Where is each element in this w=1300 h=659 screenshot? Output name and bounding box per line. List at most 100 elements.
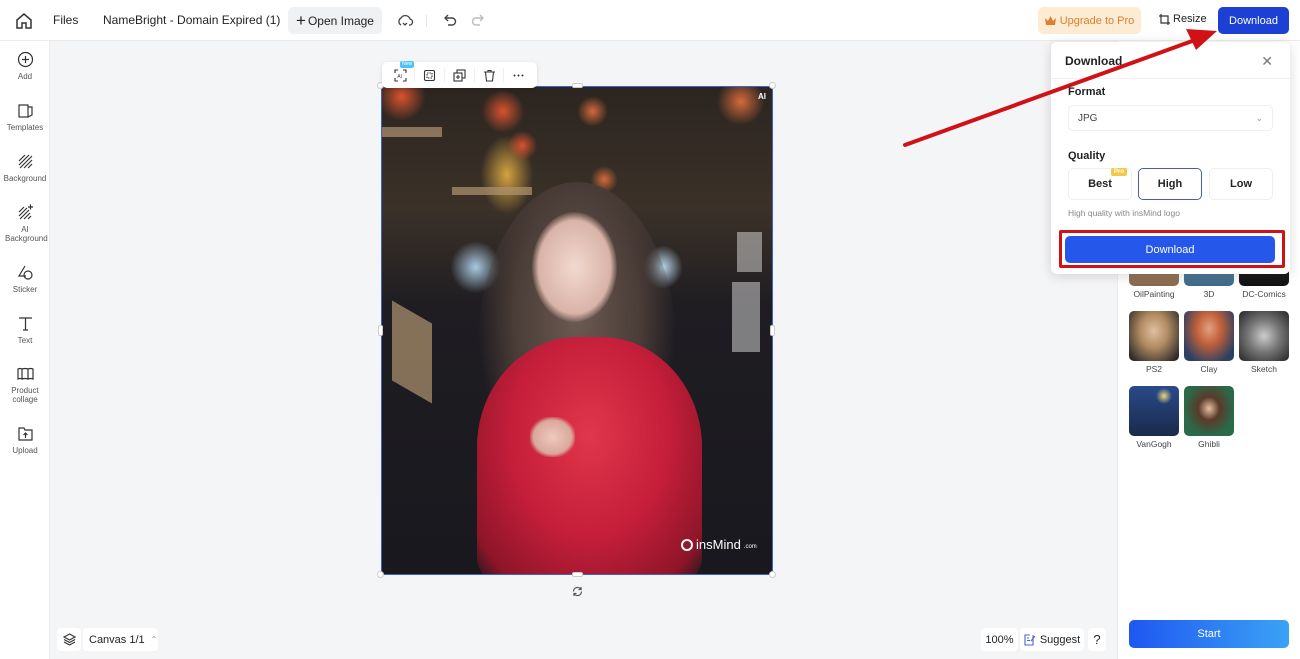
crown-icon (1044, 15, 1056, 25)
quality-hint: High quality with insMind logo (1068, 208, 1180, 218)
watermark: insMind .com (681, 537, 757, 552)
style-sketch[interactable]: Sketch (1239, 311, 1289, 374)
quality-high-option[interactable]: High (1138, 168, 1202, 200)
document-name-dropdown[interactable]: NameBright - Domain Expired (1) ⌄ (103, 13, 296, 27)
sidebar-item-label: Upload (12, 446, 38, 455)
sidebar-item-label: AI Background (5, 225, 48, 243)
sidebar-item-ai-background[interactable]: AI Background (0, 204, 50, 243)
chevron-up-icon: ⌃ (150, 635, 158, 644)
plus-circle-icon (17, 51, 33, 68)
style-label: Sketch (1251, 364, 1277, 374)
resize-handle-bottom-right[interactable] (769, 571, 776, 578)
canvas-image[interactable]: AI insMind .com (381, 86, 773, 575)
style-clay[interactable]: Clay (1184, 311, 1234, 374)
home-icon[interactable] (14, 11, 34, 31)
resize-handle-bottom-left[interactable] (377, 571, 384, 578)
resize-handle-top-right[interactable] (769, 82, 776, 89)
sidebar-item-upload[interactable]: Upload (0, 425, 50, 455)
upgrade-label: Upgrade to Pro (1059, 14, 1135, 27)
divider (473, 68, 475, 82)
new-badge: New (400, 61, 415, 68)
edit-note-icon (1024, 633, 1036, 646)
divider (503, 68, 505, 82)
style-vangogh[interactable]: VanGogh (1129, 386, 1179, 449)
quality-option-label: High (1157, 178, 1183, 190)
style-label: Clay (1200, 364, 1218, 374)
start-button[interactable]: Start (1129, 620, 1289, 648)
sidebar-item-product-collage[interactable]: Product collage (0, 365, 50, 404)
quality-option-label: Best (1088, 178, 1112, 190)
quality-best-option[interactable]: Best Pro (1068, 168, 1132, 200)
divider (1051, 78, 1290, 79)
duplicate-button[interactable] (449, 65, 469, 85)
suggest-button[interactable]: Suggest (1020, 628, 1084, 651)
document-name: NameBright - Domain Expired (1) (103, 13, 281, 27)
ai-badge: AI (758, 92, 766, 101)
sidebar-item-templates[interactable]: Templates (0, 102, 50, 132)
upload-icon (17, 427, 33, 441)
resize-handle-bottom[interactable] (572, 572, 583, 577)
sidebar-item-label: Background (3, 174, 47, 183)
format-select[interactable]: JPG ⌄ (1068, 105, 1273, 131)
image-detail (382, 127, 442, 137)
style-ps2[interactable]: PS2 (1129, 311, 1179, 374)
resize-label: Resize (1173, 13, 1207, 25)
layers-button[interactable] (57, 628, 81, 651)
close-icon[interactable]: ✕ (1261, 53, 1273, 70)
open-image-label: Open Image (307, 13, 374, 28)
image-toolbar: AI New (382, 61, 537, 88)
sidebar-item-text[interactable]: Text (0, 315, 50, 345)
resize-handle-right[interactable] (770, 325, 775, 336)
image-detail (732, 282, 760, 352)
style-thumbnail (1184, 386, 1234, 436)
delete-button[interactable] (479, 65, 499, 85)
chevron-down-icon: ⌄ (1255, 112, 1263, 123)
quality-low-option[interactable]: Low (1209, 168, 1273, 200)
sticker-icon (17, 265, 33, 280)
download-popup: Download ✕ Format JPG ⌄ Quality Best Pro… (1051, 42, 1290, 274)
more-options-button[interactable] (509, 65, 529, 85)
figure-sweater (477, 337, 702, 574)
sidebar-item-label: Sticker (12, 285, 38, 294)
redo-icon[interactable] (470, 12, 486, 28)
style-label: 3D (1203, 289, 1215, 299)
download-button[interactable]: Download (1218, 7, 1289, 34)
crop-resize-icon (1159, 13, 1170, 25)
popup-download-button[interactable]: Download (1065, 236, 1275, 263)
upgrade-to-pro-button[interactable]: Upgrade to Pro (1038, 7, 1141, 34)
resize-handle-left[interactable] (378, 325, 383, 336)
files-menu[interactable]: Files (53, 13, 78, 27)
cloud-sync-icon[interactable] (396, 12, 414, 30)
sidebar-item-sticker[interactable]: Sticker (0, 264, 50, 294)
resize-button[interactable]: Resize (1159, 13, 1207, 25)
sidebar-item-background[interactable]: Background (0, 153, 50, 183)
figure-hand (530, 417, 575, 457)
style-label: OilPainting (1133, 289, 1175, 299)
resize-handle-top[interactable] (572, 83, 583, 88)
divider (444, 68, 446, 82)
sidebar-item-label: Text (17, 336, 33, 345)
more-icon (513, 74, 524, 76)
image-detail (452, 187, 532, 195)
quality-option-label: Low (1230, 178, 1252, 190)
zoom-level[interactable]: 100% (981, 628, 1018, 651)
sidebar-item-add[interactable]: Add (0, 51, 50, 81)
canvas-selector[interactable]: Canvas 1/1 ⌃ (83, 628, 158, 651)
help-button[interactable]: ? (1088, 628, 1106, 651)
style-label: VanGogh (1136, 439, 1172, 449)
format-value: JPG (1078, 112, 1098, 124)
style-label: PS2 (1145, 364, 1163, 374)
crop-button[interactable] (420, 65, 440, 85)
style-ghibli[interactable]: Ghibli (1184, 386, 1234, 449)
ai-tool-button[interactable]: AI New (390, 61, 415, 85)
canvas-label: Canvas 1/1 (89, 633, 145, 646)
plus-icon: + (296, 11, 306, 30)
pro-badge: Pro (1110, 168, 1127, 176)
text-icon (18, 317, 32, 331)
suggest-label: Suggest (1039, 633, 1081, 646)
style-thumbnail (1184, 311, 1234, 361)
open-image-button[interactable]: + Open Image (288, 7, 382, 34)
undo-icon[interactable] (442, 12, 458, 28)
collage-icon (16, 367, 34, 380)
rotate-icon[interactable] (571, 585, 584, 598)
